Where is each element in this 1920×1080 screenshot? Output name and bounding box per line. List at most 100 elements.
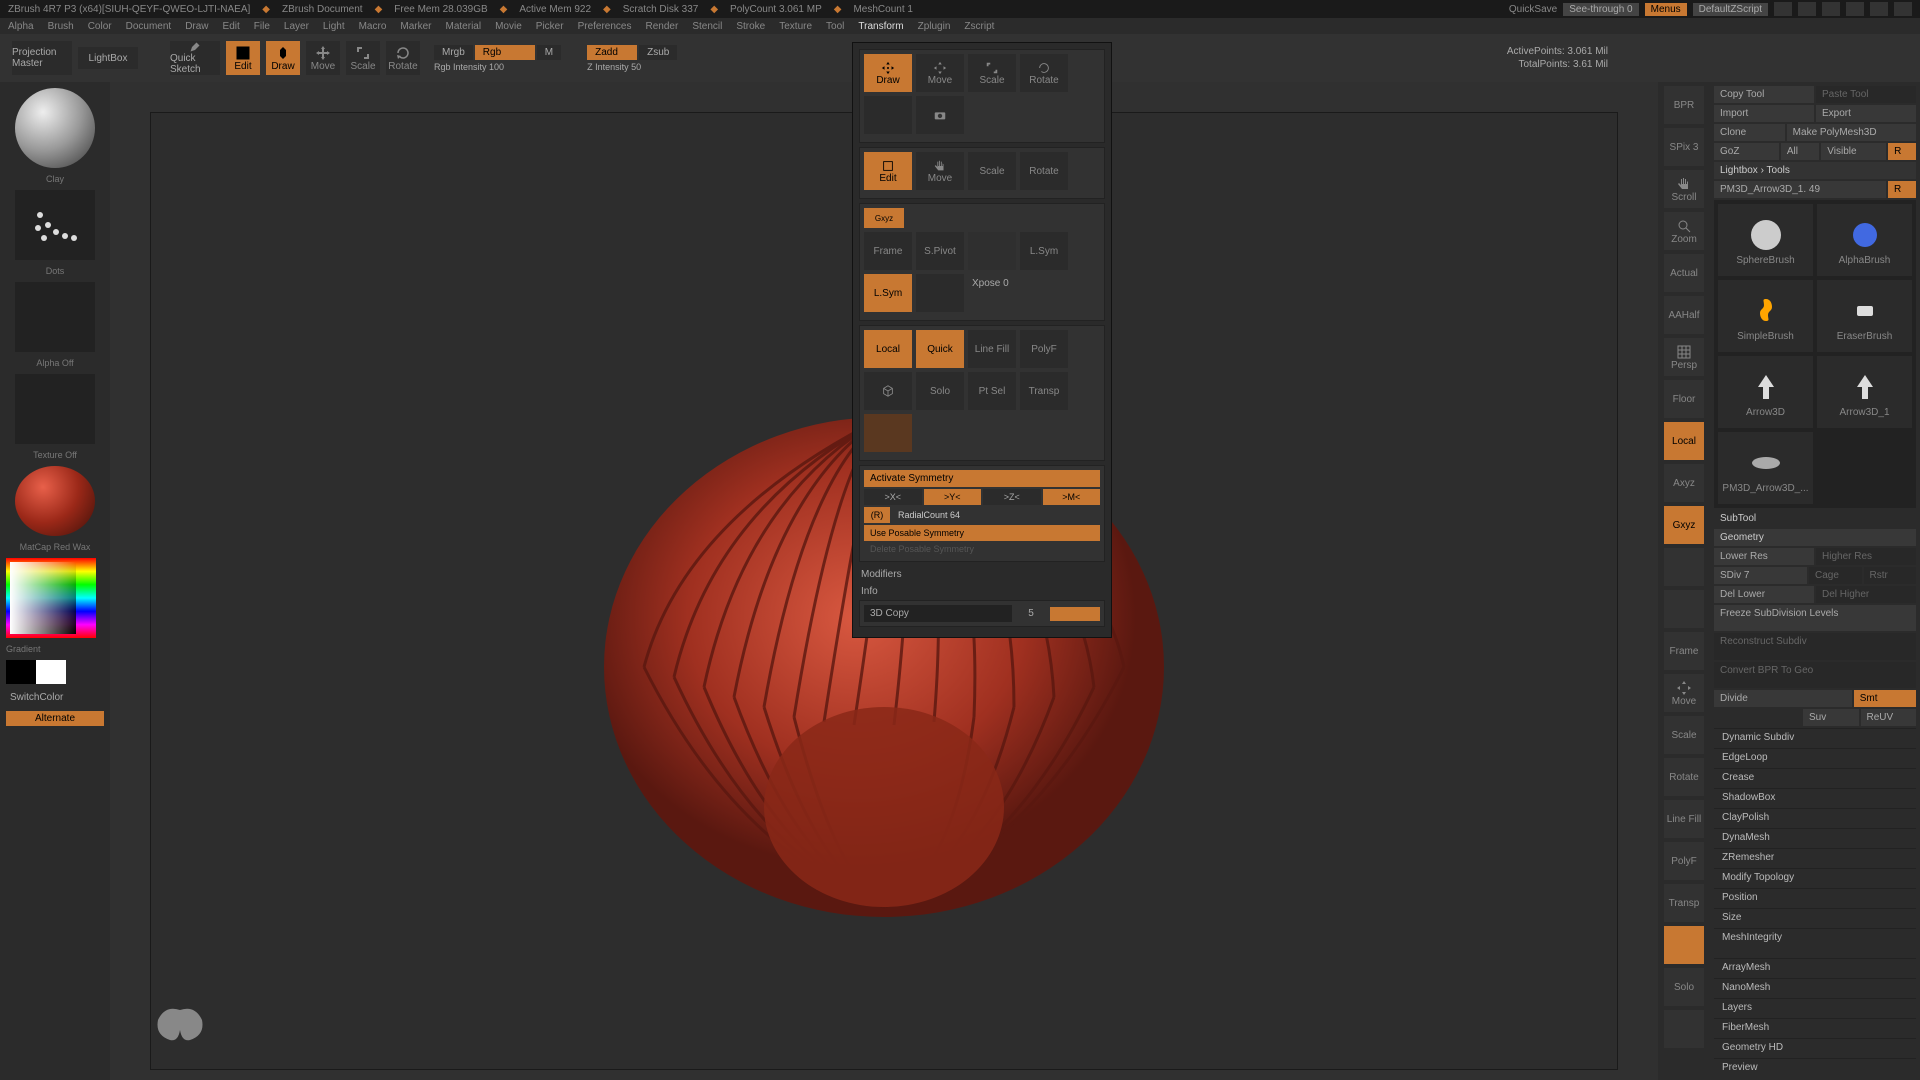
menu-transform[interactable]: Transform [858,21,903,32]
menu-alpha[interactable]: Alpha [8,21,34,32]
linefill-button[interactable]: Line Fill [1664,800,1704,838]
rgb-intensity-slider[interactable]: Rgb Intensity 100 [434,62,561,72]
gxyz-button[interactable]: Gxyz [864,208,904,228]
quick-button[interactable]: Quick [916,330,964,368]
current-tool-name[interactable]: PM3D_Arrow3D_1. 49 [1714,181,1886,198]
draw-button[interactable]: Draw [266,41,300,75]
menu-zscript[interactable]: Zscript [964,21,994,32]
subtool-header[interactable]: SubTool [1714,510,1916,527]
xpose-button[interactable] [916,274,964,312]
goz-r-button[interactable]: R [1888,143,1916,160]
menu-stroke[interactable]: Stroke [736,21,765,32]
lower-res-button[interactable]: Lower Res [1714,548,1814,565]
zadd-button[interactable]: Zadd [587,45,637,60]
tool-arrow3d[interactable]: Arrow3D [1718,356,1813,428]
tool-simple-brush[interactable]: SimpleBrush [1718,280,1813,352]
dd-scale-button[interactable]: Scale [968,54,1016,92]
xyz-button[interactable]: Gxyz [1664,506,1704,544]
frame-button[interactable]: Frame [1664,632,1704,670]
polyf-button[interactable]: PolyF [1664,842,1704,880]
sym-z-button[interactable]: >Z< [983,489,1041,505]
geometry-header[interactable]: Geometry [1714,529,1916,546]
reuv-button[interactable]: ReUV [1861,709,1917,726]
convert-bpr-button[interactable]: Convert BPR To Geo [1714,662,1916,688]
menu-color[interactable]: Color [88,21,112,32]
posable-symmetry-button[interactable]: Use Posable Symmetry [864,525,1100,541]
radial-r-button[interactable]: (R) [864,507,890,523]
modifiers-header[interactable]: Modifiers [859,566,1105,583]
alternate-button[interactable]: Alternate [6,711,104,726]
tool-eraser-brush[interactable]: EraserBrush [1817,280,1912,352]
menu-light[interactable]: Light [323,21,345,32]
radial-count-slider[interactable]: RadialCount 64 [892,507,1100,523]
dynamesh-item[interactable]: DynaMesh [1714,828,1916,846]
tool-arrow3d-1[interactable]: Arrow3D_1 [1817,356,1912,428]
arraymesh-item[interactable]: ArrayMesh [1714,958,1916,976]
rotate-button[interactable]: Rotate [386,41,420,75]
clone-button[interactable]: Clone [1714,124,1785,141]
dd-draw-button[interactable]: Draw [864,54,912,92]
geometry-hd-item[interactable]: Geometry HD [1714,1038,1916,1056]
window-icon[interactable] [1822,2,1840,16]
sym-y-button[interactable]: >Y< [924,489,982,505]
menu-tool[interactable]: Tool [826,21,844,32]
freeze-subdiv-button[interactable]: Freeze SubDivision Levels [1714,605,1916,631]
local-button[interactable]: Local [864,330,912,368]
r-toggle[interactable]: R [1888,181,1916,198]
xpose-slider[interactable]: Xpose 0 [972,278,1009,289]
dd-edit-button[interactable]: Edit [864,152,912,190]
make-polymesh-button[interactable]: Make PolyMesh3D [1787,124,1916,141]
cube-button[interactable] [864,372,912,410]
tool-sphere-brush[interactable]: SphereBrush [1718,204,1813,276]
tool-pm3d-arrow[interactable]: PM3D_Arrow3D_... [1718,432,1813,504]
m-button[interactable]: M [537,45,561,60]
info-header[interactable]: Info [859,583,1105,600]
quicksave-button[interactable]: QuickSave [1509,4,1557,15]
minimize-icon[interactable] [1846,2,1864,16]
blank-button[interactable] [1664,548,1704,586]
menu-preferences[interactable]: Preferences [578,21,632,32]
sym-x-button[interactable]: >X< [864,489,922,505]
reconstruct-button[interactable]: Reconstruct Subdiv [1714,633,1916,659]
lightbox-button[interactable]: LightBox [78,47,138,69]
window-icon[interactable] [1774,2,1792,16]
sym-m-button[interactable]: >M< [1043,489,1101,505]
activate-symmetry-button[interactable]: Activate Symmetry [864,470,1100,487]
size-item[interactable]: Size [1714,908,1916,926]
aahalf-button[interactable]: AAHalf [1664,296,1704,334]
del-lower-button[interactable]: Del Lower [1714,586,1814,603]
linefill-button[interactable]: Line Fill [968,330,1016,368]
paste-tool-button[interactable]: Paste Tool [1816,86,1916,103]
bpr-button[interactable]: BPR [1664,86,1704,124]
floor-button[interactable]: Floor [1664,380,1704,418]
smt-button[interactable]: Smt [1854,690,1916,707]
menu-file[interactable]: File [254,21,270,32]
tool-alpha-brush[interactable]: AlphaBrush [1817,204,1912,276]
frame-button[interactable]: Frame [864,232,912,270]
color-swatches[interactable] [6,660,104,684]
dd-rotate-button[interactable]: Rotate [1020,54,1068,92]
menu-texture[interactable]: Texture [779,21,812,32]
menu-material[interactable]: Material [446,21,482,32]
move-button[interactable]: Move [306,41,340,75]
brush-preview[interactable] [15,88,95,168]
transp-button[interactable]: Transp [1020,372,1068,410]
axyz-button[interactable]: Axyz [1664,464,1704,502]
material-preview[interactable] [15,466,95,536]
edgeloop-item[interactable]: EdgeLoop [1714,748,1916,766]
dd-scale2-button[interactable]: Scale [968,152,1016,190]
blank-button[interactable] [1664,590,1704,628]
stroke-preview[interactable] [15,190,95,260]
fibermesh-item[interactable]: FiberMesh [1714,1018,1916,1036]
scroll-button[interactable]: Scroll [1664,170,1704,208]
default-zscript[interactable]: DefaultZScript [1693,3,1768,16]
color-picker[interactable] [6,558,96,638]
dd-snapshot-button[interactable] [916,96,964,134]
texture-slot[interactable] [15,374,95,444]
maximize-icon[interactable] [1870,2,1888,16]
menu-draw[interactable]: Draw [185,21,208,32]
sdiv-slider[interactable]: SDiv 7 [1714,567,1807,584]
export-button[interactable]: Export [1816,105,1916,122]
divide-button[interactable]: Divide [1714,690,1852,707]
layers-item[interactable]: Layers [1714,998,1916,1016]
